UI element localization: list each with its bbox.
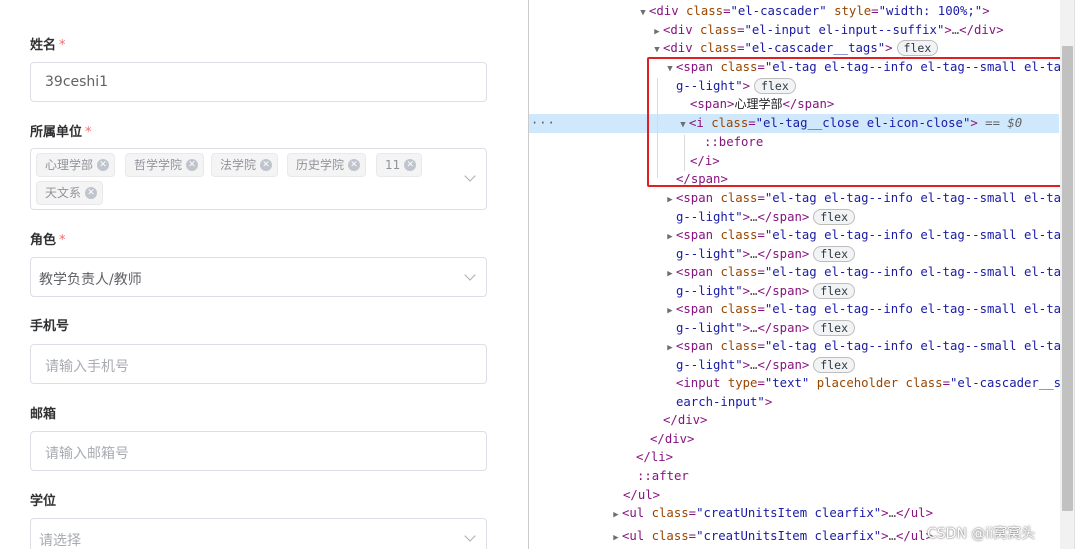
- unit-cascader[interactable]: 心理学部 ✕ 哲学学院 ✕ 法学院 ✕ 历史学院 ✕ 11 ✕ 天文系 ✕: [30, 148, 487, 210]
- unit-tag: 法学院 ✕: [211, 153, 279, 177]
- dom-node-line[interactable]: </li>: [529, 448, 1059, 467]
- flex-badge[interactable]: flex: [813, 208, 855, 225]
- dom-node-line[interactable]: ::after: [529, 467, 1059, 486]
- phone-input-placeholder: 请输入手机号: [45, 359, 129, 375]
- annotation-highlight-box: [647, 57, 1063, 187]
- tag-close-icon[interactable]: ✕: [85, 187, 98, 199]
- collapsed-triangle-icon[interactable]: ▶: [610, 529, 622, 548]
- tag-close-icon[interactable]: ✕: [97, 159, 110, 171]
- unit-tag: 心理学部 ✕: [36, 153, 116, 177]
- dom-node-line[interactable]: g--light">…</span> flex: [529, 282, 1059, 301]
- tag-close-icon[interactable]: ✕: [260, 159, 273, 171]
- dom-node-line[interactable]: g--light">…</span> flex: [529, 319, 1059, 338]
- dom-node-line[interactable]: ▶ <span class="el-tag el-tag--info el-tag…: [529, 226, 1061, 245]
- name-label: 姓名 *: [30, 38, 66, 53]
- unit-tag: 历史学院 ✕: [287, 153, 367, 177]
- dom-node-line[interactable]: g--light">…</span> flex: [529, 356, 1059, 375]
- devtools-elements-panel: ··· ▼ <div class="el-cascader" style="wid…: [529, 0, 1084, 549]
- dom-node-line[interactable]: </div>: [529, 411, 1059, 430]
- scrollbar-thumb[interactable]: [1062, 46, 1073, 511]
- unit-tag: 11 ✕: [376, 153, 423, 177]
- dom-node-line[interactable]: </ul>: [529, 486, 1059, 505]
- collapsed-triangle-icon[interactable]: ▶: [610, 506, 622, 525]
- dom-node-line[interactable]: <input type="text" placeholder class="el…: [529, 374, 1061, 393]
- required-mark: *: [85, 125, 92, 140]
- dom-node-line[interactable]: ▶ <span class="el-tag el-tag--info el-tag…: [529, 263, 1061, 282]
- chevron-down-icon: [464, 530, 476, 542]
- dom-node-line[interactable]: ▼ <div class="el-cascader" style="width: …: [529, 2, 1059, 21]
- tag-close-icon[interactable]: ✕: [348, 159, 361, 171]
- chevron-down-icon: [464, 170, 476, 182]
- phone-input[interactable]: 请输入手机号: [30, 344, 487, 384]
- email-input[interactable]: 请输入邮箱号: [30, 431, 487, 471]
- dom-node-line[interactable]: ▼ <div class="el-cascader__tags"> flex: [529, 39, 1059, 58]
- flex-badge[interactable]: flex: [813, 356, 855, 373]
- watermark: CSDN @ii窝窝头: [927, 526, 1036, 542]
- name-input-value: 39ceshi1: [45, 74, 109, 90]
- role-label: 角色 *: [30, 233, 66, 248]
- name-input[interactable]: 39ceshi1: [30, 62, 487, 102]
- dom-node-line[interactable]: ▶ <div class="el-input el-input--suffix">…: [529, 21, 1059, 40]
- email-label: 邮箱: [30, 407, 57, 422]
- flex-badge[interactable]: flex: [813, 319, 855, 336]
- degree-select-placeholder: 请选择: [39, 533, 81, 549]
- side-panel-edge: [1074, 0, 1084, 549]
- tag-close-icon[interactable]: ✕: [186, 159, 199, 171]
- unit-tag: 天文系 ✕: [36, 181, 104, 205]
- role-select-value: 教学负责人/教师: [39, 272, 142, 288]
- flex-badge[interactable]: flex: [896, 40, 939, 56]
- role-select[interactable]: 教学负责人/教师: [30, 257, 487, 297]
- dom-node-line[interactable]: g--light">…</span> flex: [529, 245, 1059, 264]
- user-form-panel: 姓名 * 39ceshi1 所属单位 * 心理学部 ✕ 哲学学院 ✕ 法学院 ✕ 历史学院…: [0, 0, 528, 549]
- required-mark: *: [59, 38, 66, 53]
- degree-label: 学位: [30, 494, 57, 509]
- phone-label: 手机号: [30, 319, 70, 334]
- flex-badge[interactable]: flex: [813, 245, 855, 262]
- tag-close-icon[interactable]: ✕: [404, 159, 417, 171]
- chevron-down-icon: [464, 269, 476, 281]
- dom-node-line[interactable]: ▶ <span class="el-tag el-tag--info el-tag…: [529, 189, 1061, 208]
- dom-node-line[interactable]: ▶ <span class="el-tag el-tag--info el-tag…: [529, 300, 1061, 319]
- degree-select[interactable]: 请选择: [30, 518, 487, 549]
- email-input-placeholder: 请输入邮箱号: [45, 446, 129, 462]
- unit-tag: 哲学学院 ✕: [125, 153, 205, 177]
- flex-badge[interactable]: flex: [813, 282, 855, 299]
- required-mark: *: [59, 233, 66, 248]
- dom-node-line[interactable]: earch-input">: [529, 393, 1059, 412]
- dom-node-line[interactable]: g--light">…</span> flex: [529, 208, 1059, 227]
- dom-node-line[interactable]: ▶ <ul class="creatUnitsItem clearfix">…</…: [529, 504, 1059, 523]
- dom-node-line[interactable]: </div>: [529, 430, 1059, 449]
- unit-label: 所属单位 *: [30, 125, 92, 140]
- dom-node-line[interactable]: ▶ <span class="el-tag el-tag--info el-tag…: [529, 337, 1061, 356]
